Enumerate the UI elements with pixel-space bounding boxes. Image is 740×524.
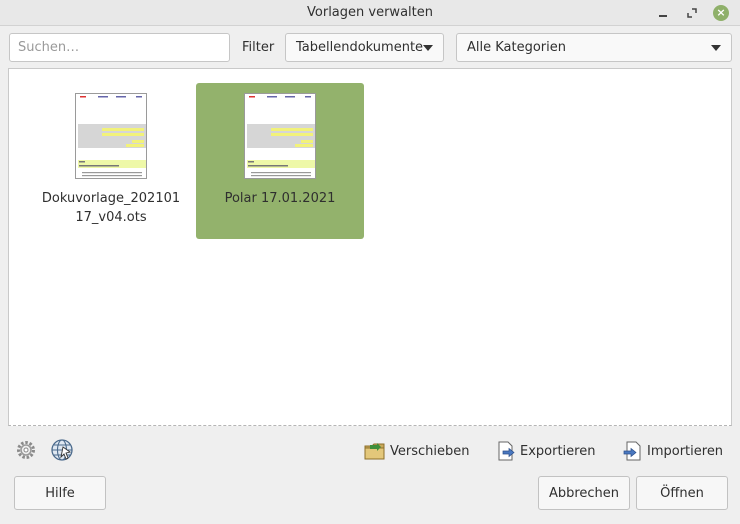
move-button[interactable]: Verschieben: [364, 440, 470, 462]
window-title: Vorlagen verwalten: [307, 5, 433, 20]
export-icon: [498, 441, 515, 461]
gear-icon: [17, 441, 35, 459]
maximize-icon: [687, 8, 697, 18]
move-label: Verschieben: [390, 443, 470, 459]
document-type-value: Tabellendokumente: [296, 40, 424, 55]
filter-label: Filter: [242, 40, 275, 55]
import-icon: [623, 441, 641, 461]
online-templates-button[interactable]: [50, 438, 74, 462]
export-button[interactable]: Exportieren: [496, 440, 595, 462]
minimize-button[interactable]: [654, 4, 672, 22]
template-name: Dokuvorlage_202101 17_v04.ots: [41, 191, 181, 225]
template-view[interactable]: Dokuvorlage_202101 17_v04.ots Polar 17.0…: [8, 68, 732, 426]
open-button[interactable]: Öffnen: [636, 476, 728, 510]
template-item-selected[interactable]: Polar 17.01.2021: [196, 83, 364, 239]
category-value: Alle Kategorien: [467, 40, 567, 55]
export-label: Exportieren: [520, 443, 596, 459]
category-dropdown[interactable]: Alle Kategorien: [456, 33, 732, 62]
document-preview-icon: [245, 94, 315, 178]
search-input[interactable]: [9, 33, 230, 62]
minimize-icon: [659, 15, 667, 17]
document-preview-icon: [76, 94, 146, 178]
cancel-button[interactable]: Abbrechen: [538, 476, 630, 510]
template-thumbnail: [244, 93, 316, 179]
settings-button[interactable]: [14, 438, 38, 462]
document-type-dropdown[interactable]: Tabellendokumente: [285, 33, 444, 62]
maximize-button[interactable]: [683, 4, 701, 22]
help-button[interactable]: Hilfe: [14, 476, 106, 510]
chevron-down-icon: [711, 45, 721, 51]
close-icon: ×: [713, 5, 729, 21]
template-name: Polar 17.01.2021: [224, 191, 336, 206]
title-bar: Vorlagen verwalten ×: [0, 0, 740, 26]
import-label: Importieren: [647, 443, 724, 459]
import-button[interactable]: Importieren: [623, 440, 723, 462]
folder-move-icon: [364, 443, 385, 460]
chevron-down-icon: [423, 45, 433, 51]
close-button[interactable]: ×: [712, 4, 730, 22]
template-item[interactable]: Dokuvorlage_202101 17_v04.ots: [27, 83, 195, 239]
globe-icon: [51, 439, 73, 461]
template-thumbnail: [75, 93, 147, 179]
